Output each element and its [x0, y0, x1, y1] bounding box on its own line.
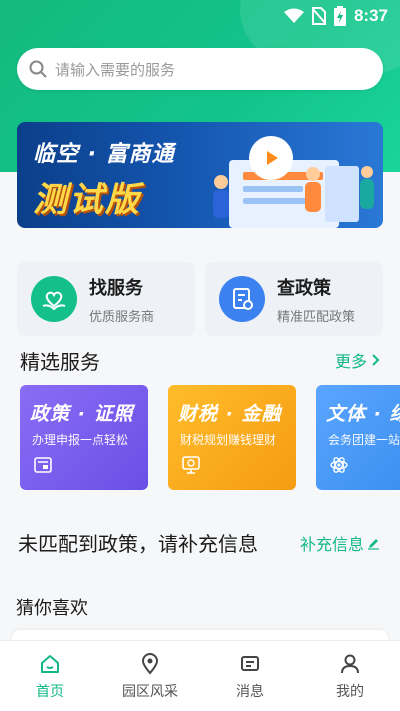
more-label: 更多: [334, 352, 367, 371]
status-bar: 8:37: [0, 0, 400, 32]
service-card-policy[interactable]: 政策 · 证照 办理申报一点轻松: [20, 385, 148, 490]
atom-icon: [330, 457, 348, 473]
find-service-card[interactable]: 找服务 优质服务商: [17, 262, 195, 336]
find-service-title: 找服务: [89, 277, 143, 299]
chevron-right-icon: [372, 354, 380, 366]
no-sim-icon: [311, 7, 326, 25]
tab-label: 消息: [236, 684, 264, 700]
status-time: 8:37: [353, 6, 388, 25]
banner-subtitle: 测试版: [33, 180, 141, 220]
supplement-info-label: 补充信息: [299, 535, 364, 554]
bottom-tab-bar: 首页 园区风采 消息 我的: [0, 640, 400, 711]
service-card-title: 文体 · 综: [326, 403, 400, 425]
heart-hand-icon: [31, 276, 77, 322]
service-card-title: 政策 · 证照: [30, 403, 134, 425]
service-card-title: 财税 · 金融: [178, 403, 282, 425]
tab-home[interactable]: 首页: [0, 641, 100, 711]
certificate-icon: [34, 457, 52, 473]
battery-icon: [333, 6, 346, 26]
promo-banner[interactable]: 临空 · 富商通 测试版: [17, 122, 383, 228]
supplement-info-link[interactable]: 补充信息: [300, 531, 380, 555]
policy-search-title: 查政策: [277, 277, 331, 299]
location-pin-icon: [141, 653, 159, 675]
service-card-culture[interactable]: 文体 · 综 会务团建一站: [316, 385, 400, 490]
tab-label: 首页: [36, 684, 64, 700]
policy-match-prompt: 未匹配到政策，请补充信息: [18, 532, 258, 556]
service-card-subtitle: 办理申报一点轻松: [32, 433, 129, 447]
policy-search-subtitle: 精准匹配政策: [277, 309, 356, 325]
message-icon: [241, 656, 259, 671]
service-card-subtitle: 会务团建一站: [328, 433, 400, 447]
banner-title: 临空 · 富商通: [33, 142, 175, 167]
tab-profile[interactable]: 我的: [300, 641, 400, 711]
service-card-finance[interactable]: 财税 · 金融 财税规划赚钱理财: [168, 385, 296, 490]
edit-icon: [368, 538, 379, 550]
tab-park-showcase[interactable]: 园区风采: [100, 641, 200, 711]
recommend-title: 猜你喜欢: [16, 598, 88, 619]
finance-monitor-icon: [182, 456, 200, 474]
find-service-subtitle: 优质服务商: [89, 309, 155, 325]
home-icon: [41, 655, 59, 673]
more-services-link[interactable]: 更多: [335, 348, 380, 372]
tab-messages[interactable]: 消息: [200, 641, 300, 711]
play-video-button[interactable]: [249, 136, 293, 180]
service-card-subtitle: 财税规划赚钱理财: [180, 433, 277, 447]
policy-search-card[interactable]: 查政策 精准匹配政策: [205, 262, 383, 336]
policy-document-icon: [219, 276, 265, 322]
tab-label: 我的: [336, 684, 364, 700]
wifi-icon: [283, 8, 304, 23]
play-icon: [267, 151, 278, 165]
search-placeholder: 请输入需要的服务: [55, 60, 176, 79]
user-icon: [341, 654, 359, 674]
tab-label: 园区风采: [122, 684, 178, 700]
featured-services-title: 精选服务: [20, 350, 100, 374]
search-icon: [29, 60, 47, 78]
search-bar[interactable]: 请输入需要的服务: [17, 48, 383, 90]
